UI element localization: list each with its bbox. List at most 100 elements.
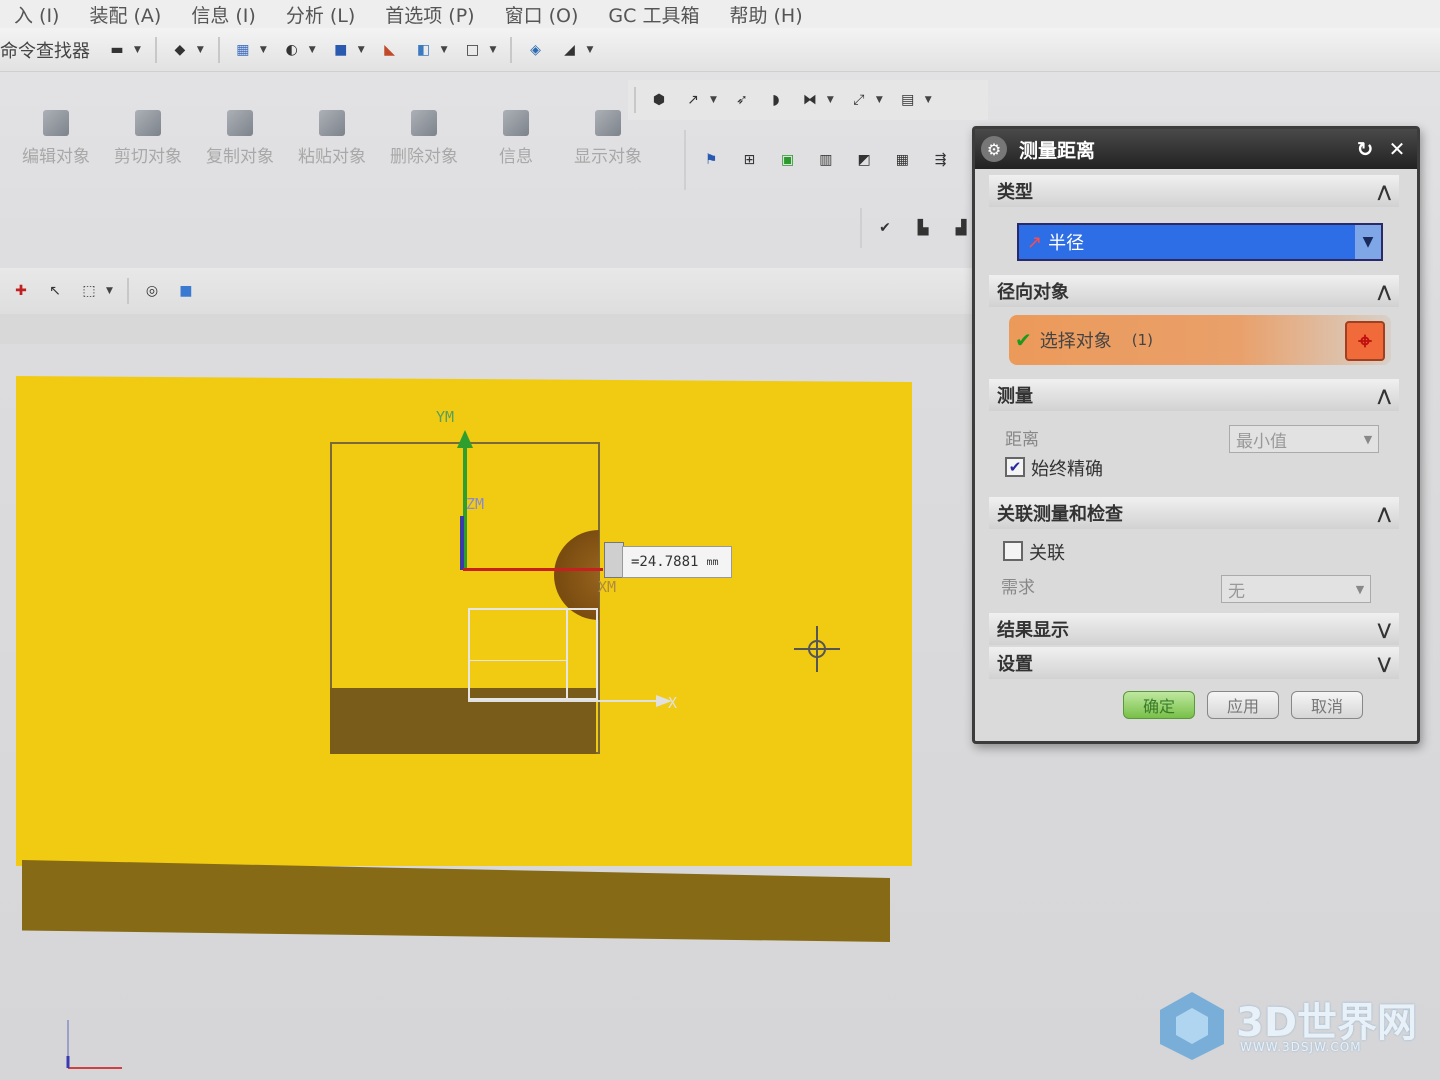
edit-object-icon <box>43 110 69 136</box>
toolbar-separator <box>217 36 220 63</box>
menu-insert[interactable]: 入 (I) <box>0 1 75 28</box>
show-object-button[interactable]: 显示对象 <box>562 110 654 167</box>
section-type-label: 类型 <box>997 182 1033 203</box>
curve-icon[interactable]: ➶ <box>731 89 753 111</box>
surface-icon[interactable]: ◗ <box>765 89 787 111</box>
chevron-up-icon[interactable]: ⋀ <box>1378 282 1391 301</box>
feature-icon[interactable]: ⧓ <box>799 89 821 111</box>
check-mark-icon[interactable]: ✔ <box>874 217 896 239</box>
layout-icon[interactable]: ▬ <box>106 39 128 61</box>
sketch-icon[interactable]: ↗ <box>682 89 704 111</box>
section-result-display-header[interactable]: 结果显示 ⋁ <box>989 613 1399 645</box>
snap-view-icon[interactable]: ◢ <box>558 39 580 61</box>
chevron-up-icon[interactable]: ⋀ <box>1378 386 1391 405</box>
eye-icon[interactable]: ◎ <box>141 280 163 302</box>
chevron-down-icon[interactable]: ▼ <box>1355 225 1381 259</box>
menu-window[interactable]: 窗口 (O) <box>491 1 595 28</box>
chevron-down-icon[interactable]: ⋁ <box>1378 620 1391 639</box>
chevron-down-icon[interactable]: ▼ <box>309 45 316 55</box>
layer-icon[interactable]: ▥ <box>817 147 835 173</box>
ym-axis-label: YM <box>436 408 455 426</box>
delete-object-button[interactable]: 删除对象 <box>378 110 470 167</box>
measure-icon[interactable]: ⤢ <box>848 89 870 111</box>
stack-icon[interactable]: ▙ <box>912 217 934 239</box>
type-select[interactable]: ↗ 半径 ▼ <box>1017 223 1383 261</box>
gear-icon[interactable]: ⚙ <box>981 136 1007 162</box>
section-settings-header[interactable]: 设置 ⋁ <box>989 647 1399 679</box>
section-view-icon[interactable]: ◈ <box>524 39 546 61</box>
grid-view-icon[interactable]: ▦ <box>232 39 254 61</box>
ruler-icon[interactable]: ▤ <box>897 89 919 111</box>
selection-filter-icon[interactable]: ◆ <box>169 39 191 61</box>
chevron-down-icon[interactable]: ▼ <box>925 95 932 105</box>
copy-object-button[interactable]: 复制对象 <box>194 110 286 167</box>
section-associate-header[interactable]: 关联测量和检查 ⋀ <box>989 497 1399 529</box>
close-icon[interactable]: ✕ <box>1383 135 1411 163</box>
paste-object-button[interactable]: 粘贴对象 <box>286 110 378 167</box>
menu-gc-toolbox[interactable]: GC 工具箱 <box>594 1 715 28</box>
always-accurate-checkbox[interactable]: ✔ <box>1005 457 1025 477</box>
assembly-icon[interactable]: ▟ <box>950 217 972 239</box>
chevron-down-icon[interactable]: ▼ <box>490 45 497 55</box>
info-button[interactable]: 信息 <box>470 110 562 167</box>
chevron-down-icon[interactable]: ▼ <box>441 45 448 55</box>
watermark-url: WWW.3DSJW.COM <box>1240 1040 1362 1054</box>
sketch-plane-icon[interactable]: ⊞ <box>740 147 758 173</box>
section-measure-header[interactable]: 测量 ⋀ <box>989 379 1399 411</box>
chevron-down-icon[interactable]: ⋁ <box>1378 654 1391 673</box>
group-icon[interactable]: ▦ <box>893 147 911 173</box>
shaded-cube-icon[interactable]: ■ <box>330 39 352 61</box>
part-icon[interactable]: ■ <box>175 280 197 302</box>
rectangle-select-icon[interactable]: ⬚ <box>78 280 100 302</box>
view-cube-icon[interactable]: ◧ <box>413 39 435 61</box>
measure-result-label[interactable]: =24.7881 mm <box>622 546 732 578</box>
color-icon[interactable]: ▣ <box>779 147 797 173</box>
menu-preferences[interactable]: 首选项 (P) <box>371 1 490 28</box>
datum-icon[interactable]: ⚑ <box>702 147 720 173</box>
watermark: 3D世界网 WWW.3DSJW.COM <box>1156 984 1426 1068</box>
z-axis <box>460 516 464 570</box>
cut-object-button[interactable]: 剪切对象 <box>102 110 194 167</box>
associate-checkbox[interactable] <box>1003 541 1023 561</box>
chevron-down-icon[interactable]: ▼ <box>827 95 834 105</box>
dialog-title-bar[interactable]: ⚙ 测量距离 ↻ ✕ <box>975 129 1417 169</box>
transform-icon[interactable]: ⇶ <box>932 147 950 173</box>
section-radial-object-label: 径向对象 <box>997 282 1069 303</box>
chevron-down-icon[interactable]: ▼ <box>106 286 113 296</box>
hide-icon[interactable]: ◩ <box>855 147 873 173</box>
chevron-down-icon[interactable]: ▼ <box>260 45 267 55</box>
section-radial-object-header[interactable]: 径向对象 ⋀ <box>989 275 1399 307</box>
edit-object-label: 编辑对象 <box>22 147 90 167</box>
chevron-up-icon[interactable]: ⋀ <box>1378 182 1391 201</box>
measure-drag-handle[interactable] <box>604 542 624 578</box>
section-type-header[interactable]: 类型 ⋀ <box>989 175 1399 207</box>
view-triad-icon <box>66 1020 122 1069</box>
chevron-down-icon[interactable]: ▼ <box>197 45 204 55</box>
chevron-up-icon[interactable]: ⋀ <box>1378 504 1391 523</box>
rotate-view-icon[interactable]: ◐ <box>281 39 303 61</box>
chevron-down-icon[interactable]: ▼ <box>876 95 883 105</box>
crosshair-select-button[interactable]: ⌖ <box>1345 321 1385 361</box>
wireframe-box-icon[interactable]: □ <box>462 39 484 61</box>
command-finder[interactable]: 命令查找器 <box>0 37 100 63</box>
cancel-button[interactable]: 取消 <box>1291 691 1363 719</box>
distance-value: 最小值 <box>1236 431 1287 452</box>
chevron-down-icon[interactable]: ▼ <box>134 45 141 55</box>
menu-help[interactable]: 帮助 (H) <box>715 1 818 28</box>
delete-object-label: 删除对象 <box>390 147 458 167</box>
snap-point-icon[interactable]: ✚ <box>10 280 32 302</box>
chevron-down-icon[interactable]: ▼ <box>710 95 717 105</box>
menu-analysis[interactable]: 分析 (L) <box>272 1 371 28</box>
paste-object-label: 粘贴对象 <box>298 147 366 167</box>
select-object-row[interactable]: ✔ 选择对象 (1) ⌖ <box>1009 315 1391 365</box>
chevron-down-icon[interactable]: ▼ <box>358 45 365 55</box>
menu-assembly[interactable]: 装配 (A) <box>75 1 177 28</box>
menu-info[interactable]: 信息 (I) <box>177 1 271 28</box>
apply-button[interactable]: 应用 <box>1207 691 1279 719</box>
chevron-down-icon[interactable]: ▼ <box>586 45 593 55</box>
reset-icon[interactable]: ↻ <box>1351 135 1379 163</box>
pointer-icon[interactable]: ↖ <box>44 280 66 302</box>
ok-button[interactable]: 确定 <box>1123 691 1195 719</box>
paint-icon[interactable]: ◣ <box>379 39 401 61</box>
edit-object-button[interactable]: 编辑对象 <box>10 110 102 167</box>
